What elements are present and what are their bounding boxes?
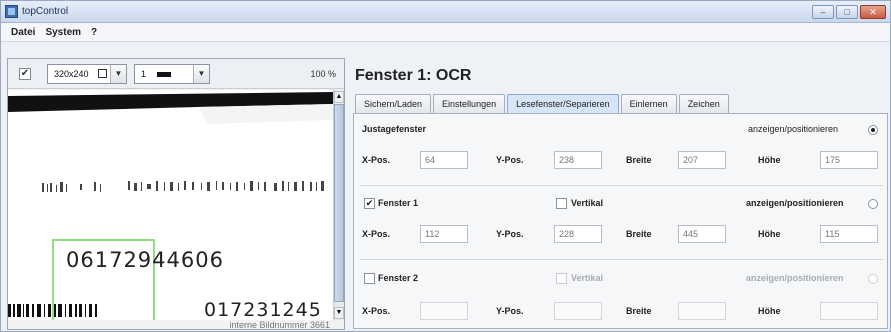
fenster2-vertikal-checkbox[interactable]	[556, 273, 567, 284]
tab-bar: Sichern/Laden Einstellungen Lesefenster/…	[355, 94, 731, 113]
justage-xpos-field[interactable]: 64	[420, 151, 468, 169]
fenster2-breite-field[interactable]	[678, 302, 726, 320]
ypos-label: Y-Pos.	[496, 155, 524, 165]
app-icon	[5, 5, 18, 18]
fenster1-section: ✔ Fenster 1 Vertikal anzeigen/positionie…	[360, 187, 883, 260]
scroll-thumb[interactable]	[334, 104, 344, 302]
window-title: topControl	[22, 6, 69, 17]
menu-bar: Datei System ?	[1, 23, 890, 42]
title-bar: topControl – □ ✕	[1, 1, 890, 23]
viewer-toolbar: ✔ 320x240 ▼ 1 ▼ 100 %	[8, 59, 344, 89]
justage-title: Justagefenster	[362, 124, 427, 134]
justage-section: Justagefenster anzeigen/positionieren X-…	[360, 114, 883, 186]
fenster2-show-radio[interactable]	[868, 274, 878, 284]
menu-help[interactable]: ?	[91, 27, 97, 38]
fenster2-vertikal-label: Vertikal	[571, 273, 604, 283]
close-button[interactable]: ✕	[860, 5, 886, 19]
breite-label: Breite	[626, 306, 652, 316]
justage-breite-field[interactable]: 207	[678, 151, 726, 169]
tab-content: Justagefenster anzeigen/positionieren X-…	[353, 113, 888, 329]
tab-sichern-laden[interactable]: Sichern/Laden	[355, 94, 432, 113]
tab-einstellungen[interactable]: Einstellungen	[433, 94, 506, 113]
ypos-label: Y-Pos.	[496, 306, 524, 316]
mode-value: 1	[141, 69, 147, 79]
justage-hoehe-field[interactable]: 175	[820, 151, 878, 169]
menu-system[interactable]: System	[45, 27, 81, 38]
image-viewer-panel: ✔ 320x240 ▼ 1 ▼ 100 % 06172944606 017231…	[7, 58, 345, 330]
xpos-label: X-Pos.	[362, 306, 391, 316]
fenster2-checkbox[interactable]	[364, 273, 375, 284]
fenster1-vertikal-label: Vertikal	[571, 198, 604, 208]
justage-ypos-field[interactable]: 238	[554, 151, 602, 169]
tab-zeichen[interactable]: Zeichen	[678, 94, 729, 113]
ocr-number-small: 017231245	[204, 299, 322, 320]
vertical-scrollbar[interactable]: ▲ ▼	[333, 90, 344, 320]
live-checkbox[interactable]: ✔	[19, 68, 31, 80]
hoehe-label: Höhe	[758, 155, 781, 165]
mode-select[interactable]: 1 ▼	[134, 64, 210, 84]
ypos-label: Y-Pos.	[496, 229, 524, 239]
window-controls: – □ ✕	[812, 5, 886, 19]
ocr-number-large: 06172944606	[66, 248, 224, 272]
tab-lesefenster-separieren[interactable]: Lesefenster/Separieren	[507, 94, 619, 113]
resolution-select[interactable]: 320x240 ▼	[47, 64, 127, 84]
fenster2-xpos-field[interactable]	[420, 302, 468, 320]
fenster1-xpos-field[interactable]: 112	[420, 225, 468, 243]
fenster2-title: Fenster 2	[378, 273, 419, 283]
menu-datei[interactable]: Datei	[11, 27, 35, 38]
fenster2-section: Fenster 2 Vertikal anzeigen/positioniere…	[360, 261, 883, 329]
tab-einlernen[interactable]: Einlernen	[620, 94, 677, 113]
page-title: Fenster 1: OCR	[355, 67, 472, 84]
breite-label: Breite	[626, 155, 652, 165]
minimize-button[interactable]: –	[812, 5, 834, 19]
hoehe-label: Höhe	[758, 229, 781, 239]
breite-label: Breite	[626, 229, 652, 239]
frame-icon	[98, 69, 107, 78]
chevron-down-icon: ▼	[110, 65, 126, 83]
resolution-value: 320x240	[54, 69, 89, 79]
fenster1-show-radio[interactable]	[868, 199, 878, 209]
fenster1-ypos-field[interactable]: 228	[554, 225, 602, 243]
fenster1-title: Fenster 1	[378, 198, 419, 208]
justage-show-label: anzeigen/positionieren	[748, 124, 839, 134]
fenster2-ypos-field[interactable]	[554, 302, 602, 320]
xpos-label: X-Pos.	[362, 155, 391, 165]
fenster1-hoehe-field[interactable]: 115	[820, 225, 878, 243]
line-width-icon	[157, 72, 171, 77]
justage-show-radio[interactable]	[868, 125, 878, 135]
fenster1-vertikal-checkbox[interactable]	[556, 198, 567, 209]
fenster2-hoehe-field[interactable]	[820, 302, 878, 320]
maximize-button[interactable]: □	[836, 5, 858, 19]
settings-panel: Fenster 1: OCR Sichern/Laden Einstellung…	[353, 61, 888, 329]
fenster1-breite-field[interactable]: 445	[678, 225, 726, 243]
scroll-down-icon[interactable]: ▼	[334, 307, 344, 319]
app-window: topControl – □ ✕ Datei System ? ✔ 320x24…	[0, 0, 891, 332]
fenster1-checkbox[interactable]: ✔	[364, 198, 375, 209]
chevron-down-icon: ▼	[193, 65, 209, 83]
zoom-level: 100 %	[310, 69, 336, 79]
fenster2-show-label: anzeigen/positionieren	[746, 273, 844, 283]
hoehe-label: Höhe	[758, 306, 781, 316]
image-number-status: interne Bildnummer 3661	[229, 320, 330, 330]
camera-image[interactable]: 06172944606 017231245	[8, 90, 333, 320]
xpos-label: X-Pos.	[362, 229, 391, 239]
fenster1-show-label: anzeigen/positionieren	[746, 198, 844, 208]
scroll-up-icon[interactable]: ▲	[334, 91, 344, 103]
